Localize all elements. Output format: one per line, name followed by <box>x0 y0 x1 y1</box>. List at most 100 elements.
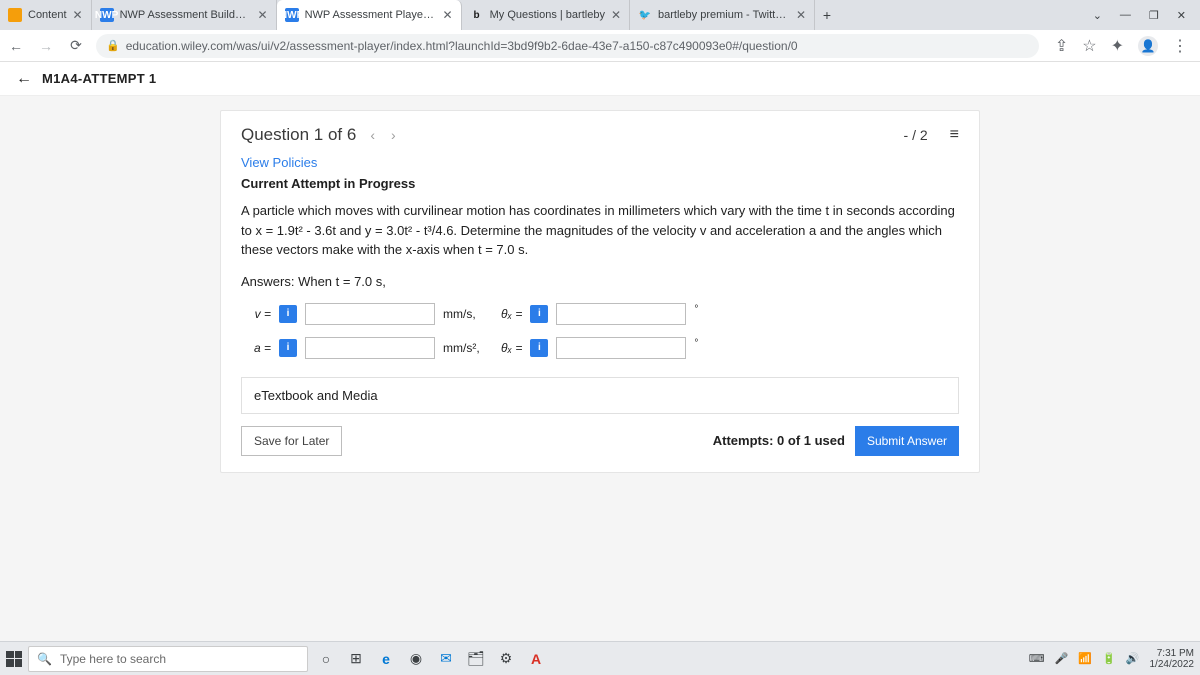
wifi-icon[interactable]: 📶 <box>1078 652 1092 665</box>
close-icon[interactable]: ✕ <box>611 8 621 22</box>
theta-v-label: θₓ = <box>501 307 522 321</box>
content-area: Question 1 of 6 ‹ › - / 2 ≡ View Policie… <box>0 96 1200 641</box>
acceleration-input[interactable] <box>305 337 435 359</box>
url-bar[interactable]: 🔒 education.wiley.com/was/ui/v2/assessme… <box>96 34 1039 58</box>
question-title: Question 1 of 6 <box>241 125 356 145</box>
taskbar-search[interactable]: 🔍 Type here to search <box>28 646 308 672</box>
save-for-later-button[interactable]: Save for Later <box>241 426 342 456</box>
tab-twitter[interactable]: 🐦 bartleby premium - Twitter Searc ✕ <box>630 0 815 30</box>
taskbar-time: 7:31 PM <box>1150 648 1195 659</box>
attempts-label: Attempts: 0 of 1 used <box>713 433 845 448</box>
answer-row-velocity: v = i mm/s, θₓ = i ° <box>241 303 959 325</box>
battery-icon[interactable]: 🔋 <box>1102 652 1116 665</box>
tab-nwp-builder[interactable]: NWP NWP Assessment Builder UI Appl ✕ <box>92 0 277 30</box>
info-icon[interactable]: i <box>530 339 548 357</box>
window-controls: ⌄ — ❐ ✕ <box>1079 9 1200 22</box>
tab-label: My Questions | bartleby <box>490 9 605 21</box>
tab-bartleby[interactable]: b My Questions | bartleby ✕ <box>462 0 630 30</box>
mail-icon[interactable]: ✉ <box>434 647 458 671</box>
info-icon[interactable]: i <box>279 339 297 357</box>
next-question-button[interactable]: › <box>389 127 398 143</box>
info-icon[interactable]: i <box>279 305 297 323</box>
assessment-back-button[interactable]: ← <box>16 70 32 88</box>
kebab-menu-icon[interactable]: ⋮ <box>1172 36 1188 56</box>
assessment-header: ← M1A4-ATTEMPT 1 <box>0 62 1200 96</box>
extensions-icon[interactable]: ✦ <box>1111 36 1124 56</box>
share-icon[interactable]: ⇪ <box>1055 36 1068 56</box>
etextbook-media-button[interactable]: eTextbook and Media <box>241 377 959 414</box>
address-bar-icons: ⇪ ☆ ✦ 👤 ⋮ <box>1049 36 1194 56</box>
theta-a-label: θₓ = <box>501 341 522 355</box>
tab-nwp-player[interactable]: NWP NWP Assessment Player UI Appli ✕ <box>277 0 462 30</box>
var-v-label: v = <box>241 307 271 321</box>
view-policies-link[interactable]: View Policies <box>241 155 317 170</box>
browser-tab-strip: Content ✕ NWP NWP Assessment Builder UI … <box>0 0 1200 30</box>
assessment-title: M1A4-ATTEMPT 1 <box>42 71 156 86</box>
app-a-icon[interactable]: A <box>524 647 548 671</box>
favicon-twitter: 🐦 <box>638 8 652 22</box>
chevron-down-icon[interactable]: ⌄ <box>1093 9 1102 22</box>
edge-icon[interactable]: e <box>374 647 398 671</box>
search-placeholder: Type here to search <box>60 652 166 666</box>
degree-symbol: ° <box>694 304 698 315</box>
favicon-nwp: NWP <box>100 8 114 22</box>
tab-label: Content <box>28 9 67 21</box>
search-icon: 🔍 <box>37 652 52 666</box>
attempt-status-label: Current Attempt in Progress <box>241 176 959 191</box>
question-card: Question 1 of 6 ‹ › - / 2 ≡ View Policie… <box>220 110 980 473</box>
cortana-icon[interactable]: ○ <box>314 647 338 671</box>
submit-answer-button[interactable]: Submit Answer <box>855 426 959 456</box>
velocity-unit: mm/s, <box>443 307 493 321</box>
taskbar-clock[interactable]: 7:31 PM 1/24/2022 <box>1150 648 1195 670</box>
theta-a-input[interactable] <box>556 337 686 359</box>
chrome-icon[interactable]: ◉ <box>404 647 428 671</box>
back-button[interactable]: ← <box>6 38 26 54</box>
theta-v-input[interactable] <box>556 303 686 325</box>
taskbar-date: 1/24/2022 <box>1150 659 1195 670</box>
prev-question-button[interactable]: ‹ <box>368 127 377 143</box>
lock-icon[interactable]: 🔒 <box>106 39 120 52</box>
forward-button[interactable]: → <box>36 38 56 54</box>
system-tray: ⌨ 🎤 📶 🔋 🔊 7:31 PM 1/24/2022 <box>1029 648 1194 670</box>
close-icon[interactable]: ✕ <box>796 8 806 22</box>
degree-symbol: ° <box>694 338 698 349</box>
info-icon[interactable]: i <box>530 305 548 323</box>
settings-icon[interactable]: ⚙ <box>494 647 518 671</box>
keyboard-icon[interactable]: ⌨ <box>1029 652 1045 665</box>
answer-row-acceleration: a = i mm/s², θₓ = i ° <box>241 337 959 359</box>
profile-icon[interactable]: 👤 <box>1138 36 1158 56</box>
close-icon[interactable]: ✕ <box>443 8 453 22</box>
question-footer: Save for Later Attempts: 0 of 1 used Sub… <box>241 426 959 456</box>
question-list-icon[interactable]: ≡ <box>950 126 959 144</box>
problem-statement: A particle which moves with curvilinear … <box>241 201 959 260</box>
url-text: education.wiley.com/was/ui/v2/assessment… <box>126 39 798 53</box>
tab-label: NWP Assessment Player UI Appli <box>305 9 437 21</box>
mic-icon[interactable]: 🎤 <box>1055 652 1069 665</box>
velocity-input[interactable] <box>305 303 435 325</box>
reload-button[interactable]: ⟳ <box>66 37 86 54</box>
answers-label: Answers: When t = 7.0 s, <box>241 274 959 289</box>
var-a-label: a = <box>241 341 271 355</box>
close-icon[interactable]: ✕ <box>258 8 268 22</box>
volume-icon[interactable]: 🔊 <box>1126 652 1140 665</box>
star-icon[interactable]: ☆ <box>1082 36 1096 56</box>
minimize-icon[interactable]: — <box>1120 9 1131 21</box>
favicon-nwp: NWP <box>285 8 299 22</box>
start-button[interactable] <box>6 651 22 667</box>
close-icon[interactable]: ✕ <box>73 8 83 22</box>
new-tab-button[interactable]: + <box>815 7 839 23</box>
acceleration-unit: mm/s², <box>443 341 493 355</box>
tab-label: NWP Assessment Builder UI Appl <box>120 9 252 21</box>
close-window-icon[interactable]: ✕ <box>1177 9 1186 22</box>
task-view-icon[interactable]: ⊞ <box>344 647 368 671</box>
favicon-bartleby: b <box>470 8 484 22</box>
file-explorer-icon[interactable]: 🗂 <box>464 647 488 671</box>
windows-taskbar: 🔍 Type here to search ○ ⊞ e ◉ ✉ 🗂 ⚙ A ⌨ … <box>0 641 1200 675</box>
maximize-icon[interactable]: ❐ <box>1149 9 1159 22</box>
question-score: - / 2 <box>904 127 928 143</box>
favicon-content <box>8 8 22 22</box>
question-header: Question 1 of 6 ‹ › - / 2 ≡ <box>241 125 959 145</box>
tab-content[interactable]: Content ✕ <box>0 0 92 30</box>
tab-label: bartleby premium - Twitter Searc <box>658 9 790 21</box>
address-bar-row: ← → ⟳ 🔒 education.wiley.com/was/ui/v2/as… <box>0 30 1200 62</box>
